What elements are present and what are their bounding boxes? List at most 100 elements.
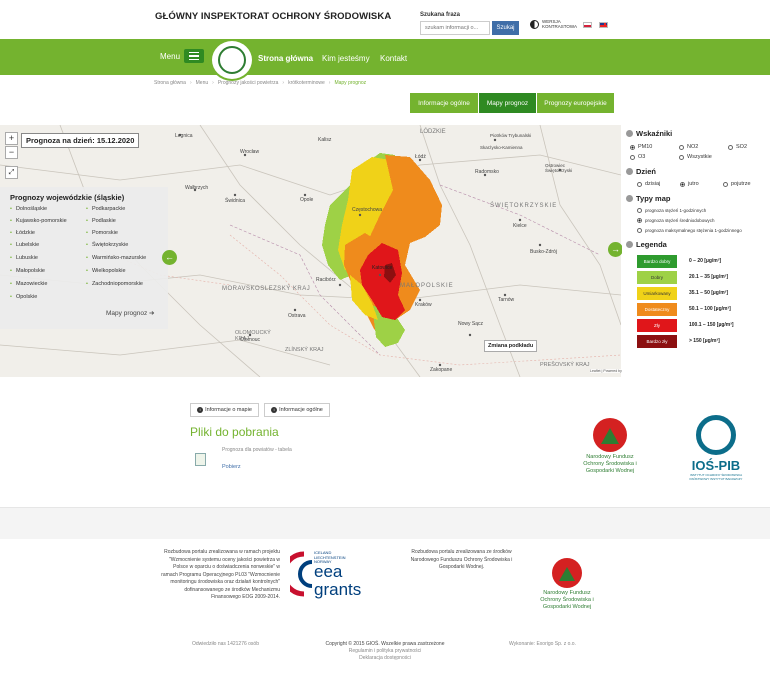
legend-moderate: Umiarkowany	[637, 287, 677, 300]
footer-band	[0, 507, 770, 539]
zoom-out-button[interactable]: −	[5, 146, 18, 159]
voivodeship-link[interactable]: Pomorskie	[86, 230, 118, 236]
accessibility-link[interactable]: Deklaracja dostępności	[300, 655, 470, 662]
collapse-left-arrow-icon[interactable]: ←	[162, 250, 177, 265]
day-radio-today[interactable]: dzisiaj	[637, 181, 660, 187]
breadcrumb-current: Mapy prognoz	[334, 80, 367, 86]
place-label: Wrocław	[240, 149, 260, 155]
maptype-radio-max-hourly[interactable]: prognoza maksymalnego stężenia 1-godzinn…	[637, 228, 742, 233]
forecast-maps-link[interactable]: Mapy prognoz ➔	[106, 309, 154, 317]
breadcrumb-item[interactable]: Menu	[196, 80, 209, 86]
voivodeship-link[interactable]: Warmińsko-mazurskie	[86, 255, 146, 261]
zoom-in-button[interactable]: +	[5, 132, 18, 145]
privacy-link[interactable]: Regulamin i polityka prywatności	[300, 648, 470, 655]
nav-who-we-are[interactable]: Kim jesteśmy	[322, 54, 370, 63]
info-general-button[interactable]: i Informacje ogólne	[264, 403, 330, 417]
voivodeship-link[interactable]: Mazowieckie	[10, 281, 47, 287]
search-button[interactable]: Szukaj	[492, 21, 519, 35]
voivodeship-link[interactable]: Łódzkie	[10, 230, 35, 236]
nfos-emblem-icon	[593, 418, 627, 452]
hamburger-menu-button[interactable]	[184, 49, 204, 63]
breadcrumb-item[interactable]: krótkoterminowe	[288, 80, 325, 86]
tab-forecast-maps[interactable]: Mapy prognoz	[479, 93, 536, 113]
download-link[interactable]: Pobierz	[222, 464, 241, 470]
fullscreen-icon[interactable]: ⤢	[5, 166, 18, 179]
copyright-block: Copyright © 2015 GIOŚ. Wszelkie prawa za…	[300, 641, 470, 662]
indicator-radio-pm10[interactable]: PM10	[630, 144, 652, 150]
collapse-right-arrow-icon[interactable]: →	[608, 242, 623, 257]
day-radio-tomorrow[interactable]: jutro	[680, 181, 699, 187]
place-label: Piotrków Trybunalski	[490, 133, 532, 138]
voivodeship-link[interactable]: Lubuskie	[10, 255, 38, 261]
nav-contact[interactable]: Kontakt	[380, 54, 407, 63]
eea-grants-logo[interactable]: ICELAND LIECHTENSTEIN NORWAY eea grants	[281, 550, 380, 605]
basemap-toggle-button[interactable]: Zmiana podkładu	[484, 340, 538, 352]
indicators-heading[interactable]: Wskaźniki	[626, 129, 672, 138]
place-label: Radomsko	[475, 169, 499, 175]
indicator-radio-no2[interactable]: NO2	[679, 144, 698, 150]
voivodeship-link[interactable]: Zachodniopomorskie	[86, 281, 143, 287]
voivodeship-link[interactable]: Podlaskie	[86, 218, 116, 224]
collapse-icon	[626, 130, 633, 137]
maptype-radio-hourly[interactable]: prognoza stężeń 1-godzinnych	[637, 208, 706, 213]
voivodeship-link[interactable]: Opolskie	[10, 294, 37, 300]
map-types-heading[interactable]: Typy map	[626, 194, 670, 203]
search-input[interactable]	[420, 21, 490, 35]
voivodeship-link[interactable]: Wielkopolskie	[86, 268, 126, 274]
gios-logo[interactable]	[210, 39, 254, 81]
footer-project-text: Rozbudowa portalu zrealizowana w ramach …	[161, 549, 280, 600]
place-label: Kalisz	[318, 137, 332, 143]
site-title[interactable]: GŁÓWNY INSPEKTORAT OCHRONY ŚRODOWISKA	[155, 11, 391, 22]
place-label: Świdnica	[225, 198, 246, 204]
flag-pl-icon[interactable]	[583, 22, 592, 28]
legend-range: 50.1 – 100 [µg/m³]	[689, 306, 731, 312]
place-label: Nowy Sącz	[458, 321, 484, 327]
collapse-icon	[626, 241, 633, 248]
voivodeship-link[interactable]: Podkarpackie	[86, 206, 125, 212]
search-label: Szukana fraza	[420, 12, 461, 18]
collapse-icon	[626, 168, 633, 175]
region-label: ZLÍNSKÝ KRAJ	[285, 347, 324, 353]
forecast-date-label: Prognoza na dzień: 15.12.2020	[21, 133, 140, 148]
breadcrumb-item[interactable]: Strona główna	[154, 80, 186, 86]
region-label: MORAVSKOSLEZSKÝ KRAJ	[222, 286, 311, 292]
voivodeship-link[interactable]: Świętokrzyskie	[86, 242, 128, 248]
maptype-radio-daily[interactable]: prognoza stężeń średniodobowych	[637, 218, 715, 223]
nav-home[interactable]: Strona główna	[258, 54, 313, 63]
place-label: Racibórz	[316, 277, 336, 283]
place-label: Legnica	[175, 133, 193, 139]
ios-pib-logo[interactable]: IOŚ-PIB INSTYTUT OCHRONY ŚRODOWISKA PAŃS…	[680, 415, 752, 481]
visit-counter: Odwiedziło nas 1421276 osób	[192, 641, 259, 647]
indicator-radio-all[interactable]: Wszystkie	[679, 154, 712, 160]
legend-range: 0 – 20 [µg/m³]	[689, 258, 722, 264]
legend-heading[interactable]: Legenda	[626, 240, 667, 249]
day-radio-day-after[interactable]: pojutrze	[723, 181, 751, 187]
menu-label[interactable]: Menu	[160, 52, 180, 61]
legend-bad: Zły	[637, 319, 677, 332]
voivodeship-link[interactable]: Lubelskie	[10, 242, 39, 248]
contrast-icon	[530, 19, 539, 29]
place-label: Skarżysko-Kamienna	[480, 145, 523, 150]
tab-general-info[interactable]: Informacje ogólne	[410, 93, 478, 113]
indicator-radio-o3[interactable]: O3	[630, 154, 645, 160]
voivodeship-link[interactable]: Małopolskie	[10, 268, 45, 274]
voivodeship-link[interactable]: Dolnośląskie	[10, 206, 47, 212]
indicator-radio-so2[interactable]: SO2	[728, 144, 747, 150]
place-label: Busko-Zdrój	[530, 249, 557, 255]
info-map-button[interactable]: i Informacje o mapie	[190, 403, 259, 417]
place-label: Tarnów	[498, 297, 515, 303]
day-heading[interactable]: Dzień	[626, 167, 656, 176]
breadcrumb-item[interactable]: Prognozy jakości powietrza	[218, 80, 279, 86]
nfos-logo[interactable]: Narodowy Fundusz Ochrony Środowiska i Go…	[577, 418, 643, 475]
copyright-text: Copyright © 2015 GIOŚ. Wszelkie prawa za…	[325, 641, 445, 647]
region-label: MAŁOPOLSKIE	[400, 283, 454, 289]
nfos-emblem-icon	[552, 558, 582, 588]
contrast-toggle[interactable]: WERSJA KONTRASTOWA	[530, 19, 578, 29]
region-label: PREŠOVSKÝ KRAJ	[540, 362, 590, 368]
voivodeship-link[interactable]: Kujawsko-pomorskie	[10, 218, 67, 224]
author-credit[interactable]: Wykonanie: Exorigo Sp. z o.o.	[509, 641, 576, 647]
nfos-footer-logo[interactable]: Narodowy Fundusz Ochrony Środowiska i Go…	[537, 558, 597, 611]
flag-en-icon[interactable]	[599, 22, 608, 28]
info-icon: i	[271, 407, 278, 413]
tab-european-forecasts[interactable]: Prognozy europejskie	[537, 93, 614, 113]
